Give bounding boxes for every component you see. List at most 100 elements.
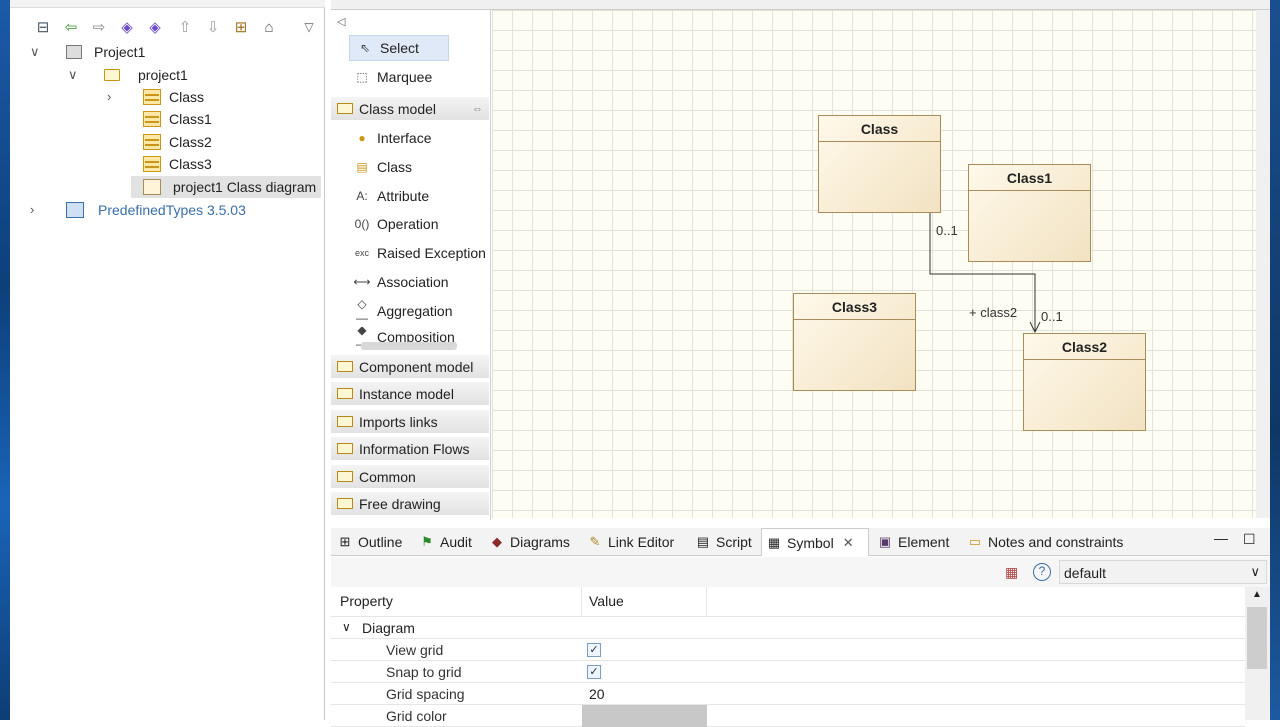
- drawer-component-model[interactable]: Component model: [331, 355, 489, 379]
- folder-icon: [337, 471, 353, 482]
- arrow-down-icon[interactable]: ⇩: [204, 18, 222, 36]
- collapse-palette-icon[interactable]: ◁: [337, 15, 345, 28]
- tree-item-class1[interactable]: Class1: [143, 108, 212, 130]
- view-grid-checkbox[interactable]: ✓: [587, 643, 601, 657]
- chevron-right-icon[interactable]: ›: [30, 202, 34, 217]
- property-row-view-grid[interactable]: View grid ✓: [331, 639, 1245, 661]
- drawer-class-model[interactable]: Class model ⇔: [331, 97, 489, 121]
- drawer-information-flows[interactable]: Information Flows: [331, 437, 489, 461]
- tool-select[interactable]: ⇖ Select: [349, 35, 449, 61]
- tab-script[interactable]: ▤ Script: [691, 528, 759, 556]
- palette-item-class[interactable]: ▤ Class: [331, 154, 491, 180]
- palette-item-raised-exception[interactable]: exc Raised Exception: [331, 240, 491, 266]
- tab-symbol[interactable]: ▦ Symbol ✕: [761, 528, 869, 556]
- property-table-header: Property Value: [331, 587, 1245, 617]
- item-label: Attribute: [377, 188, 430, 204]
- grid-spacing-value[interactable]: 20: [589, 686, 605, 702]
- property-row-grid-spacing[interactable]: Grid spacing 20: [331, 683, 1245, 705]
- snap-to-grid-checkbox[interactable]: ✓: [587, 665, 601, 679]
- drawer-label: Component model: [359, 358, 474, 375]
- back-icon[interactable]: ⇦: [62, 18, 80, 36]
- help-icon[interactable]: ?: [1033, 563, 1051, 581]
- scroll-up-icon[interactable]: ▲: [1252, 589, 1262, 600]
- tree-item-project[interactable]: Project1: [66, 41, 145, 63]
- tree-item-predefined-types[interactable]: PredefinedTypes 3.5.03: [66, 199, 246, 221]
- palette-item-association[interactable]: ⟷ Association: [331, 269, 491, 295]
- drawer-label: Information Flows: [359, 440, 470, 457]
- folder-icon: [337, 388, 353, 399]
- tool-marquee[interactable]: ⬚ Marquee: [331, 64, 491, 90]
- grid-color-swatch[interactable]: [582, 705, 707, 727]
- tab-audit[interactable]: ⚑ Audit: [415, 528, 481, 556]
- scroll-more-handle[interactable]: [361, 342, 457, 350]
- link-icon[interactable]: ◈: [118, 18, 136, 36]
- scroll-thumb[interactable]: [1247, 607, 1267, 669]
- tree-label: Class2: [169, 134, 212, 150]
- pin-icon[interactable]: ⇔: [472, 103, 483, 115]
- style-select[interactable]: default ∨: [1059, 560, 1267, 584]
- folder-icon: [337, 416, 353, 427]
- chevron-down-icon[interactable]: ∨: [68, 67, 78, 83]
- item-label: Raised Exception: [377, 245, 486, 261]
- tab-label: Audit: [440, 534, 472, 550]
- table-icon[interactable]: ▦: [1005, 564, 1018, 581]
- operation-icon: 0(): [354, 217, 370, 231]
- exception-icon: exc: [354, 248, 369, 258]
- diagrams-icon: ◆: [492, 534, 502, 549]
- forward-icon[interactable]: ⇨: [90, 18, 108, 36]
- arrow-up-icon[interactable]: ⇧: [176, 18, 194, 36]
- property-scrollbar[interactable]: ▲: [1245, 587, 1270, 720]
- maximize-icon[interactable]: ☐: [1243, 531, 1256, 548]
- drawer-instance-model[interactable]: Instance model: [331, 382, 489, 406]
- tree-item-class2[interactable]: Class2: [143, 131, 212, 153]
- item-label: Aggregation: [377, 303, 453, 319]
- tool-label: Marquee: [377, 69, 433, 85]
- link-filter-icon[interactable]: ◈: [146, 18, 164, 36]
- model-explorer: ⊟ ⇦ ⇨ ◈ ◈ ⇧ ⇩ ⊞ ⌂ ▽ ∨ Project1 ∨ project…: [10, 0, 325, 720]
- drawer-label: Instance model: [359, 385, 454, 402]
- tab-link-editor[interactable]: ✎ Link Editor: [583, 528, 687, 556]
- chevron-right-icon[interactable]: ›: [107, 89, 111, 104]
- tab-notes-and-constraints[interactable]: ▭ Notes and constraints: [963, 528, 1139, 556]
- tab-diagrams[interactable]: ◆ Diagrams: [485, 528, 579, 556]
- diagram-palette: ◁ ⇖ Select ⬚ Marquee Class model ⇔ ● Int…: [331, 10, 491, 520]
- diagram-canvas[interactable]: Class Class1 Class3 Class2 0..1 + class2…: [492, 10, 1256, 518]
- tree-item-class3[interactable]: Class3: [143, 153, 212, 175]
- drawer-free-drawing[interactable]: Free drawing: [331, 492, 489, 516]
- tree-item-class[interactable]: Class: [143, 86, 204, 108]
- minimize-icon[interactable]: —: [1214, 530, 1228, 546]
- property-row-snap-to-grid[interactable]: Snap to grid ✓: [331, 661, 1245, 683]
- tree-item-diagram[interactable]: project1 Class diagram: [131, 176, 321, 198]
- tree-label: Class1: [169, 111, 212, 127]
- palette-item-attribute[interactable]: A: Attribute: [331, 183, 491, 209]
- property-row-grid-color[interactable]: Grid color: [331, 705, 1245, 727]
- source-multiplicity: 0..1: [936, 223, 958, 238]
- class-icon: [143, 111, 161, 127]
- drawer-imports-links[interactable]: Imports links: [331, 410, 489, 434]
- column-divider: [706, 587, 707, 617]
- palette-item-operation[interactable]: 0() Operation: [331, 211, 491, 237]
- tab-element[interactable]: ▣ Element: [873, 528, 961, 556]
- hierarchy-icon[interactable]: ⊞: [232, 18, 250, 36]
- drawer-common[interactable]: Common: [331, 465, 489, 489]
- tab-label: Notes and constraints: [988, 534, 1124, 550]
- chevron-down-icon[interactable]: ∨: [342, 620, 351, 634]
- close-icon[interactable]: ✕: [843, 535, 854, 551]
- tab-label: Script: [716, 534, 752, 550]
- outline-icon: ⊞: [339, 534, 351, 549]
- tab-label: Diagrams: [510, 534, 570, 550]
- flag-icon: ⚑: [421, 534, 433, 549]
- palette-item-aggregation[interactable]: ◇— Aggregation: [331, 297, 491, 325]
- chevron-down-icon[interactable]: ∨: [30, 44, 40, 60]
- tree-item-package[interactable]: project1: [104, 64, 188, 86]
- property-group-row[interactable]: ∨ Diagram: [331, 617, 1245, 639]
- view-menu-icon[interactable]: ▽: [300, 18, 318, 36]
- explorer-tab-strip: [10, 0, 325, 8]
- tab-outline[interactable]: ⊞ Outline: [333, 528, 413, 556]
- tool-label: Select: [380, 40, 419, 56]
- association-line[interactable]: [492, 10, 1256, 518]
- library-icon: [66, 202, 84, 218]
- home-icon[interactable]: ⌂: [260, 18, 278, 36]
- palette-item-interface[interactable]: ● Interface: [331, 125, 491, 151]
- collapse-all-icon[interactable]: ⊟: [34, 18, 52, 36]
